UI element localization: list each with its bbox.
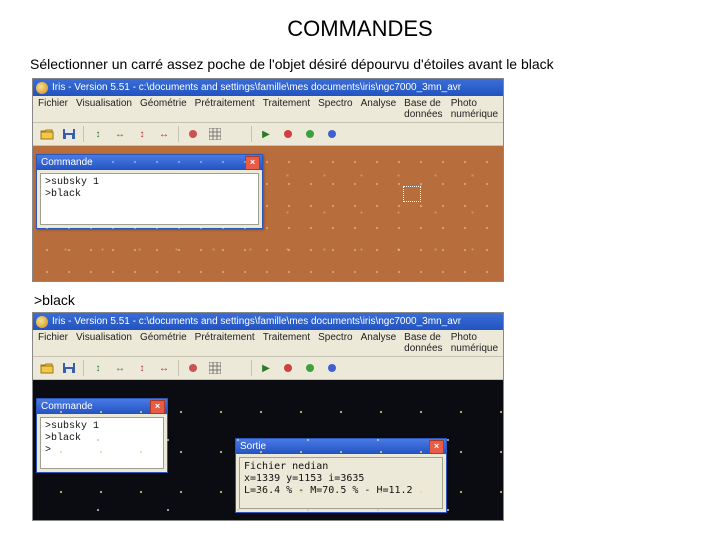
tool-3[interactable]: ↕ — [132, 125, 152, 143]
menu-visualisation[interactable]: Visualisation — [76, 332, 132, 354]
tool-4[interactable]: ↔ — [154, 125, 174, 143]
tool-blank[interactable] — [227, 125, 247, 143]
toolbar: ↕ ↔ ↕ ↔ ▶ — [33, 123, 503, 146]
grid-icon — [209, 362, 221, 374]
screenshot-1: Iris - Version 5.51 - c:\documents and s… — [32, 78, 504, 282]
tool-r[interactable] — [278, 359, 298, 377]
app-title-text: Iris - Version 5.51 - c:\documents and s… — [52, 316, 461, 327]
commande-titlebar[interactable]: Commande × — [37, 155, 262, 170]
commande-titlebar[interactable]: Commande × — [37, 399, 167, 414]
menu-analyse[interactable]: Analyse — [361, 332, 397, 354]
tool-g[interactable] — [300, 359, 320, 377]
close-icon[interactable]: × — [150, 400, 165, 414]
screenshot-2: Iris - Version 5.51 - c:\documents and s… — [32, 312, 504, 521]
save-button[interactable] — [59, 125, 79, 143]
sortie-titlebar[interactable]: Sortie × — [236, 439, 446, 454]
open-button[interactable] — [37, 125, 57, 143]
menu-bar[interactable]: Fichier Visualisation Géométrie Prétrait… — [33, 96, 503, 123]
commande-title-text: Commande — [41, 401, 93, 412]
menu-traitement[interactable]: Traitement — [263, 332, 310, 354]
app-titlebar: Iris - Version 5.51 - c:\documents and s… — [33, 79, 503, 96]
image-viewport[interactable]: Commande × >subsky 1 >black — [33, 146, 503, 281]
menu-fichier[interactable]: Fichier — [38, 98, 68, 120]
toolbar-separator — [251, 360, 252, 376]
menu-bar[interactable]: Fichier Visualisation Géométrie Prétrait… — [33, 330, 503, 357]
selection-box[interactable] — [403, 186, 421, 202]
folder-icon — [40, 128, 54, 140]
folder-icon — [40, 362, 54, 374]
tool-r[interactable] — [278, 125, 298, 143]
app-titlebar: Iris - Version 5.51 - c:\documents and s… — [33, 313, 503, 330]
menu-visualisation[interactable]: Visualisation — [76, 98, 132, 120]
tool-grid[interactable] — [205, 125, 225, 143]
commande-window[interactable]: Commande × >subsky 1 >black — [36, 154, 263, 229]
sortie-window[interactable]: Sortie × Fichier nedian x=1339 y=1153 i=… — [235, 438, 447, 513]
toolbar-separator — [178, 126, 179, 142]
tool-arrow[interactable]: ▶ — [256, 125, 276, 143]
menu-geometrie[interactable]: Géométrie — [140, 98, 187, 120]
toolbar-separator — [178, 360, 179, 376]
tool-2[interactable]: ↔ — [110, 359, 130, 377]
sortie-text: Fichier nedian x=1339 y=1153 i=3635 L=36… — [239, 457, 443, 509]
tool-1[interactable]: ↕ — [88, 125, 108, 143]
sortie-title-text: Sortie — [240, 441, 266, 452]
tool-b[interactable] — [322, 125, 342, 143]
commande-title-text: Commande — [41, 157, 93, 168]
grid-icon — [209, 128, 221, 140]
menu-traitement[interactable]: Traitement — [263, 98, 310, 120]
tool-3[interactable]: ↕ — [132, 359, 152, 377]
menu-fichier[interactable]: Fichier — [38, 332, 68, 354]
tool-4[interactable]: ↔ — [154, 359, 174, 377]
commande-text[interactable]: >subsky 1 >black > — [40, 417, 164, 469]
disk-icon — [62, 362, 76, 374]
menu-pretraitement[interactable]: Prétraitement — [195, 98, 255, 120]
menu-analyse[interactable]: Analyse — [361, 98, 397, 120]
menu-photo[interactable]: Photo numérique — [451, 332, 498, 354]
menu-geometrie[interactable]: Géométrie — [140, 332, 187, 354]
app-icon — [36, 82, 48, 94]
menu-bdd[interactable]: Base de données — [404, 332, 443, 354]
app-icon — [36, 316, 48, 328]
menu-photo[interactable]: Photo numérique — [451, 98, 498, 120]
toolbar-separator — [251, 126, 252, 142]
close-icon[interactable]: × — [429, 440, 444, 454]
commande-text[interactable]: >subsky 1 >black — [40, 173, 259, 225]
commande-window[interactable]: Commande × >subsky 1 >black > — [36, 398, 168, 473]
menu-spectro[interactable]: Spectro — [318, 332, 352, 354]
menu-bdd[interactable]: Base de données — [404, 98, 443, 120]
tool-circle-red[interactable] — [183, 359, 203, 377]
menu-pretraitement[interactable]: Prétraitement — [195, 332, 255, 354]
menu-spectro[interactable]: Spectro — [318, 98, 352, 120]
toolbar-separator — [83, 360, 84, 376]
tool-b[interactable] — [322, 359, 342, 377]
tool-circle-red[interactable] — [183, 125, 203, 143]
command-label: >black — [34, 292, 700, 308]
tool-1[interactable]: ↕ — [88, 359, 108, 377]
tool-2[interactable]: ↔ — [110, 125, 130, 143]
open-button[interactable] — [37, 359, 57, 377]
tool-g[interactable] — [300, 125, 320, 143]
toolbar-separator — [83, 126, 84, 142]
app-title-text: Iris - Version 5.51 - c:\documents and s… — [52, 82, 461, 93]
disk-icon — [62, 128, 76, 140]
tool-arrow[interactable]: ▶ — [256, 359, 276, 377]
save-button[interactable] — [59, 359, 79, 377]
page-title: COMMANDES — [20, 16, 700, 42]
tool-grid[interactable] — [205, 359, 225, 377]
instruction-text: Sélectionner un carré assez poche de l'o… — [30, 56, 700, 72]
close-icon[interactable]: × — [245, 156, 260, 170]
toolbar: ↕ ↔ ↕ ↔ ▶ — [33, 357, 503, 380]
image-viewport[interactable]: Commande × >subsky 1 >black > Sortie × F… — [33, 380, 503, 520]
tool-blank[interactable] — [227, 359, 247, 377]
